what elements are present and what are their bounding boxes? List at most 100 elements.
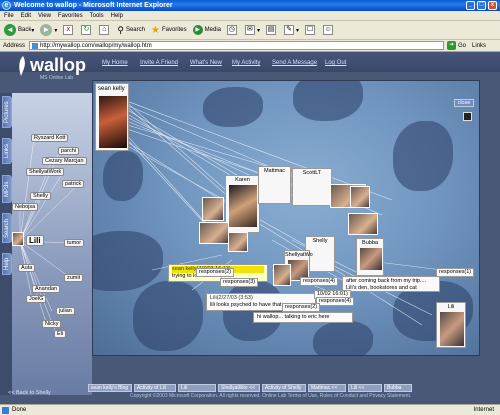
person-shellyatwork[interactable]: ShellyatWork — [26, 168, 65, 176]
tab-search[interactable]: Search — [2, 213, 12, 243]
edit-button[interactable]: ✎ ▾ — [284, 25, 299, 35]
btab-lili[interactable]: Lili — [178, 384, 216, 392]
refresh-button[interactable]: ↻ — [81, 25, 93, 35]
responses-1[interactable]: responses(1) — [436, 268, 475, 277]
stop-button[interactable]: x — [63, 25, 75, 35]
responses-3[interactable]: responses(3) — [220, 278, 259, 287]
btab-mattmac[interactable]: Mattmac << — [308, 384, 346, 392]
card-bubba[interactable]: Bubba — [356, 238, 384, 276]
btab-sean-blog[interactable]: sean kelly's Blog — [88, 384, 132, 392]
window-titlebar: e Welcome to wallop - Microsoft Internet… — [0, 0, 500, 11]
discuss-icon: ☐ — [305, 25, 316, 35]
menu-help[interactable]: Help — [111, 11, 123, 20]
home-icon: ⌂ — [99, 25, 110, 35]
address-input[interactable]: http://mywallop.com/wallop/my/wallop.htm — [29, 41, 445, 50]
address-bar: Address http://mywallop.com/wallop/my/wa… — [0, 40, 500, 52]
menu-tools[interactable]: Tools — [90, 11, 104, 20]
brand-name[interactable]: wallop — [30, 55, 86, 76]
search-icon: ⚲ — [117, 24, 124, 35]
canvas-close-button[interactable]: close — [454, 99, 474, 107]
btab-shellyatwor[interactable]: ShellyatWor << — [218, 384, 260, 392]
responses-2b[interactable]: responses(2) — [282, 303, 321, 312]
photo-thumb-b[interactable] — [199, 222, 229, 244]
person-tumor[interactable]: tumor — [64, 239, 85, 247]
btab-activity-lili[interactable]: Activity of Lili — [134, 384, 176, 392]
close-window-button[interactable]: x — [488, 1, 497, 10]
photo-thumb-a[interactable] — [202, 197, 224, 221]
person-lili-selected[interactable]: Lili — [26, 235, 44, 246]
person-joelg[interactable]: JoelG — [26, 295, 47, 303]
menu-view[interactable]: View — [38, 11, 51, 20]
person-auta[interactable]: Auta — [18, 264, 36, 272]
brand-sub: MS Online Lab — [40, 75, 74, 81]
card-karen[interactable]: Karen — [225, 175, 260, 233]
menu-file[interactable]: File — [4, 11, 14, 20]
card-mattmac[interactable]: Mattmac — [258, 166, 291, 204]
card-lili[interactable]: Lili — [436, 302, 466, 348]
history-button[interactable]: ◷ — [226, 25, 239, 35]
back-button[interactable]: ◄ Back ▾ — [4, 24, 34, 36]
person-ryszard-kott[interactable]: Ryszard Kott — [31, 134, 69, 142]
person-nicky[interactable]: Nicky — [42, 320, 62, 328]
nav-whats-new[interactable]: What's New — [190, 60, 222, 66]
photo-thumb-c[interactable] — [228, 232, 248, 252]
tab-pictures[interactable]: Pictures — [2, 96, 12, 128]
person-shelly[interactable]: Shelly — [30, 192, 51, 200]
status-text: Done — [12, 407, 27, 413]
go-button[interactable]: ➜ Go — [447, 41, 466, 50]
nav-my-activity[interactable]: My Activity — [232, 60, 260, 66]
message-wallop[interactable]: hi wallop... talking to eric here — [253, 312, 353, 323]
responses-2a[interactable]: responses(2) — [196, 268, 235, 277]
person-anandan[interactable]: Anandan — [32, 285, 61, 293]
nav-log-out[interactable]: Log Out — [325, 60, 346, 66]
lili-photo — [440, 312, 464, 346]
tab-mp3s[interactable]: MP3s — [2, 175, 12, 203]
nav-send-message[interactable]: Send A Message — [272, 60, 317, 66]
responses-4a[interactable]: responses(4) — [316, 297, 355, 306]
tab-links[interactable]: Links — [2, 138, 12, 164]
page-icon — [32, 43, 39, 49]
btab-activity-shelly[interactable]: Activity of Shelly — [262, 384, 306, 392]
home-button[interactable]: ⌂ — [99, 25, 111, 35]
page-done-icon — [2, 407, 9, 414]
photo-thumb-e[interactable] — [273, 264, 291, 286]
photo-thumb-small[interactable] — [350, 186, 370, 208]
print-button[interactable]: ▤ — [266, 25, 278, 35]
film-icon[interactable] — [463, 112, 472, 121]
person-patrick[interactable]: patrick — [62, 180, 85, 188]
messenger-button[interactable]: ☺ — [323, 25, 335, 35]
bubba-photo — [360, 248, 382, 270]
media-button[interactable]: ▶ Media — [192, 25, 221, 35]
message-trip[interactable]: after coming back from my trip.... Lili'… — [342, 276, 440, 292]
messenger-icon: ☺ — [323, 25, 334, 35]
main-person-card[interactable]: sean kelly — [95, 83, 129, 151]
nav-my-home[interactable]: My Home — [102, 60, 128, 66]
nav-invite-friend[interactable]: Invite A Friend — [140, 60, 178, 66]
back-to-shelly-link[interactable]: << Back to Shelly — [8, 390, 51, 396]
minimize-button[interactable]: _ — [466, 1, 475, 10]
photo-thumb-d[interactable] — [348, 213, 378, 235]
btab-lili-back[interactable]: Lili << — [348, 384, 382, 392]
person-parchi[interactable]: parchi — [58, 147, 79, 155]
btab-bubba[interactable]: Bubba — [384, 384, 412, 392]
card-scottlt[interactable]: ScottLT — [292, 168, 332, 206]
responses-4b[interactable]: responses(4) — [300, 277, 339, 286]
person-eli[interactable]: Eli — [54, 330, 67, 338]
forward-button[interactable]: ► ▾ — [40, 24, 57, 36]
person-nebojsa[interactable]: Nebojsa — [12, 203, 39, 211]
menu-favorites[interactable]: Favorites — [58, 11, 83, 20]
mail-icon: ✉ — [244, 25, 255, 35]
discuss-button[interactable]: ☐ — [305, 25, 317, 35]
stop-icon: x — [63, 25, 74, 35]
favorites-button[interactable]: ★ Favorites — [151, 25, 187, 36]
mail-button[interactable]: ✉ ▾ — [244, 25, 260, 35]
go-arrow-icon: ➜ — [447, 41, 457, 50]
tab-help[interactable]: Help — [2, 253, 12, 275]
person-cezary-marcjan[interactable]: Cezary Marcjan — [42, 157, 87, 165]
maximize-button[interactable]: □ — [477, 1, 486, 10]
person-zumit[interactable]: zumit — [64, 274, 84, 282]
search-button[interactable]: ⚲ Search — [117, 25, 145, 36]
person-julian[interactable]: julian — [56, 307, 75, 315]
links-button[interactable]: Links — [472, 43, 486, 49]
menu-edit[interactable]: Edit — [21, 11, 31, 20]
